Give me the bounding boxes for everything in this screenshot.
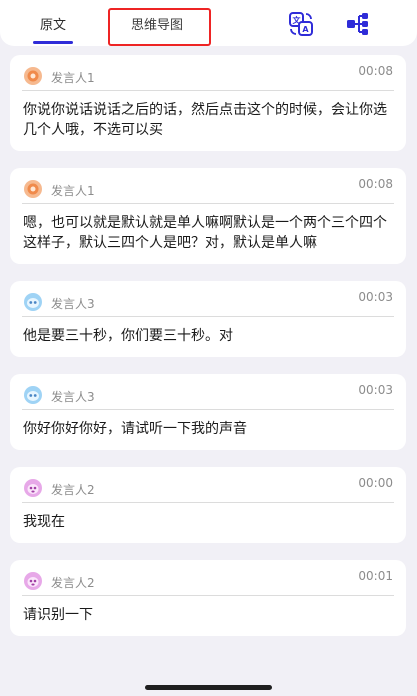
divider — [22, 90, 394, 91]
divider — [22, 203, 394, 204]
timestamp: 00:01 — [358, 569, 393, 583]
blue-avatar-icon — [23, 385, 43, 405]
speaker-name: 发言人3 — [51, 297, 95, 311]
divider — [22, 502, 394, 503]
divider — [22, 409, 394, 410]
transcript-text: 他是要三十秒，你们要三十秒。对 — [23, 328, 233, 344]
divider — [22, 595, 394, 596]
transcript-card[interactable]: 发言人3 00:03 他是要三十秒，你们要三十秒。对 — [10, 281, 406, 357]
transcript-text: 你好你好你好，请试听一下我的声音 — [23, 421, 247, 437]
transcript-text: 我现在 — [23, 514, 65, 530]
transcript-text: 嗯，也可以就是默认就是单人嘛啊默认是一个两个三个四个这样子，默认三四个人是吧？对… — [23, 215, 387, 251]
transcript-card[interactable]: 发言人1 00:08 你说你说话说话之后的话，然后点击这个的时候，会让你选几个人… — [10, 55, 406, 151]
transcript-text: 请识别一下 — [23, 607, 93, 623]
timestamp: 00:08 — [358, 64, 393, 78]
purple-avatar-icon — [23, 478, 43, 498]
purple-avatar-icon — [23, 571, 43, 591]
orange-avatar-icon — [23, 66, 43, 86]
mind-map-tree-icon[interactable] — [344, 10, 372, 38]
speaker-name: 发言人2 — [51, 483, 95, 497]
speaker-name: 发言人1 — [51, 71, 95, 85]
transcript-card[interactable]: 发言人3 00:03 你好你好你好，请试听一下我的声音 — [10, 374, 406, 450]
transcript-card[interactable]: 发言人2 00:00 我现在 — [10, 467, 406, 543]
transcript-card[interactable]: 发言人2 00:01 请识别一下 — [10, 560, 406, 636]
tab-original[interactable]: 原文 — [32, 14, 74, 44]
orange-avatar-icon — [23, 179, 43, 199]
timestamp: 00:08 — [358, 177, 393, 191]
transcript-text: 你说你说话说话之后的话，然后点击这个的时候，会让你选几个人哦，不选可以买 — [23, 102, 387, 138]
transcript-card[interactable]: 发言人1 00:08 嗯，也可以就是默认就是单人嘛啊默认是一个两个三个四个这样子… — [10, 168, 406, 264]
svg-text:A: A — [302, 25, 309, 34]
timestamp: 00:03 — [358, 290, 393, 304]
blue-avatar-icon — [23, 292, 43, 312]
home-indicator[interactable] — [145, 685, 272, 690]
speaker-name: 发言人1 — [51, 184, 95, 198]
translate-icon[interactable]: 文 A — [287, 10, 315, 38]
speaker-name: 发言人2 — [51, 576, 95, 590]
top-tab-bar: 原文 思维导图 文 A — [0, 0, 417, 46]
timestamp: 00:00 — [358, 476, 393, 490]
timestamp: 00:03 — [358, 383, 393, 397]
speaker-name: 发言人3 — [51, 390, 95, 404]
tab-mind-map[interactable]: 思维导图 — [131, 14, 183, 33]
divider — [22, 316, 394, 317]
